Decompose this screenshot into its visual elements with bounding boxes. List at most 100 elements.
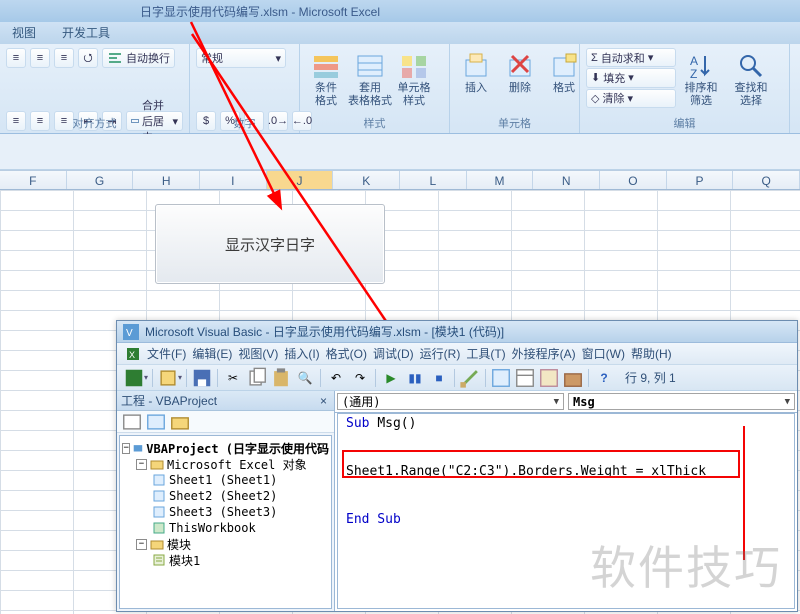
col-P[interactable]: P [667, 171, 734, 189]
excel-title-bar: 日字显示使用代码编写.xlsm - Microsoft Excel [0, 0, 800, 22]
excel-title-text: 日字显示使用代码编写.xlsm - Microsoft Excel [140, 3, 380, 20]
vba-title-bar[interactable]: V Microsoft Visual Basic - 日字显示使用代码编写.xl… [117, 321, 797, 343]
insert-cells-button[interactable]: 插入 [456, 48, 496, 97]
vba-app-icon: V [123, 324, 139, 340]
tree-sheet3[interactable]: Sheet3 (Sheet3) [122, 504, 329, 520]
svg-text:Z: Z [690, 67, 697, 81]
align-group-label: 对齐方式 [0, 115, 189, 131]
menu-help[interactable]: 帮助(H) [631, 345, 672, 362]
styles-group-label: 样式 [300, 115, 449, 131]
tab-view[interactable]: 视图 [6, 21, 42, 44]
edit-group-label: 编辑 [580, 115, 789, 131]
tree-sheet1[interactable]: Sheet1 (Sheet1) [122, 472, 329, 488]
insert-module-icon[interactable] [157, 368, 179, 388]
col-J[interactable]: J [267, 171, 334, 189]
menu-file[interactable]: 文件(F) [147, 345, 186, 362]
undo-icon[interactable]: ↶ [325, 368, 347, 388]
clear-button[interactable]: ◇ 清除 ▾ [586, 89, 676, 108]
cond-format-button[interactable]: 条件格式 [306, 48, 346, 110]
col-K[interactable]: K [333, 171, 400, 189]
ribbon: ≡ ≡ ≡ ⭯ 自动换行 ≡ ≡ ≡ ⇤ ⇥ 合并后居中 ▾ 对齐方式 常规▾ [0, 44, 800, 134]
tree-modules[interactable]: − 模块 [122, 536, 329, 552]
sort-filter-button[interactable]: AZ 排序和 筛选 [676, 48, 726, 108]
excel-return-icon[interactable]: X [125, 346, 141, 362]
align-top-icon[interactable]: ≡ [6, 48, 26, 68]
tab-dev[interactable]: 开发工具 [56, 21, 116, 44]
tree-project[interactable]: − VBAProject (日字显示使用代码 [122, 440, 329, 456]
menu-view[interactable]: 视图(V) [238, 345, 278, 362]
object-combo[interactable]: (通用)▼ [337, 393, 564, 410]
table-format-button[interactable]: 套用 表格格式 [350, 48, 390, 110]
find-icon[interactable]: 🔍 [294, 368, 316, 388]
tree-excel-objects[interactable]: − Microsoft Excel 对象 [122, 456, 329, 472]
paste-icon[interactable] [270, 368, 292, 388]
format-cells-button[interactable]: 格式 [544, 48, 584, 97]
menu-run[interactable]: 运行(R) [420, 345, 461, 362]
column-headers: F G H I J K L M N O P Q [0, 170, 800, 190]
sheet-icon [152, 505, 166, 519]
col-Q[interactable]: Q [733, 171, 800, 189]
folder-icon [150, 457, 164, 471]
menu-window[interactable]: 窗口(W) [582, 345, 625, 362]
run-icon[interactable]: ▶ [380, 368, 402, 388]
find-select-button[interactable]: 查找和 选择 [726, 48, 776, 108]
wrap-text-button[interactable]: 自动换行 [102, 48, 175, 68]
fill-button[interactable]: ⬇ 填充 ▾ [586, 68, 676, 87]
design-mode-icon[interactable] [459, 368, 481, 388]
col-O[interactable]: O [600, 171, 667, 189]
toggle-folders-icon[interactable] [169, 412, 191, 432]
svg-text:A: A [690, 54, 698, 68]
project-tree[interactable]: − VBAProject (日字显示使用代码 − Microsoft Excel… [119, 435, 332, 609]
col-L[interactable]: L [400, 171, 467, 189]
view-excel-icon[interactable] [123, 368, 145, 388]
tree-thisworkbook[interactable]: ThisWorkbook [122, 520, 329, 536]
redo-icon[interactable]: ↷ [349, 368, 371, 388]
ribbon-group-cells: 插入 删除 格式 单元格 [450, 44, 580, 133]
procedure-combo[interactable]: Msg▼ [568, 393, 795, 410]
break-icon[interactable]: ▮▮ [404, 368, 426, 388]
menu-tool[interactable]: 工具(T) [466, 345, 505, 362]
menu-debug[interactable]: 调试(D) [373, 345, 414, 362]
save-icon[interactable] [191, 368, 213, 388]
autosum-button[interactable]: Σ 自动求和 ▾ [586, 48, 676, 67]
cut-icon[interactable]: ✂ [222, 368, 244, 388]
col-I[interactable]: I [200, 171, 267, 189]
menu-insert[interactable]: 插入(I) [284, 345, 319, 362]
menu-edit[interactable]: 编辑(E) [192, 345, 232, 362]
project-explorer-icon[interactable] [490, 368, 512, 388]
number-group-label: 数字 [190, 115, 299, 131]
reset-icon[interactable]: ■ [428, 368, 450, 388]
help-icon[interactable]: ? [593, 368, 615, 388]
properties-icon[interactable] [514, 368, 536, 388]
delete-cells-button[interactable]: 删除 [500, 48, 540, 97]
col-H[interactable]: H [133, 171, 200, 189]
tree-sheet2[interactable]: Sheet2 (Sheet2) [122, 488, 329, 504]
align-bot-icon[interactable]: ≡ [54, 48, 74, 68]
delete-icon [504, 50, 536, 82]
numfmt-combo[interactable]: 常规▾ [196, 48, 286, 68]
svg-text:V: V [126, 328, 133, 339]
col-N[interactable]: N [533, 171, 600, 189]
menu-format[interactable]: 格式(O) [326, 345, 367, 362]
view-object-icon[interactable] [145, 412, 167, 432]
col-G[interactable]: G [67, 171, 134, 189]
code-editor[interactable]: Sub Msg() Sheet1.Range("C2:C3").Borders.… [337, 413, 795, 609]
orient-icon[interactable]: ⭯ [78, 48, 98, 68]
cells-group-label: 单元格 [450, 115, 579, 131]
align-mid-icon[interactable]: ≡ [30, 48, 50, 68]
col-F[interactable]: F [0, 171, 67, 189]
col-M[interactable]: M [467, 171, 534, 189]
worksheet-button[interactable]: 显示汉字日字 [155, 204, 385, 284]
tree-module1[interactable]: 模块1 [122, 552, 329, 568]
copy-icon[interactable] [246, 368, 268, 388]
cell-style-button[interactable]: 单元格 样式 [394, 48, 434, 110]
cursor-position: 行 9, 列 1 [625, 369, 676, 386]
folder-icon [150, 537, 164, 551]
project-icon [133, 441, 143, 455]
close-icon[interactable]: × [317, 394, 330, 408]
view-code-icon[interactable] [121, 412, 143, 432]
toolbox-icon[interactable] [562, 368, 584, 388]
object-browser-icon[interactable] [538, 368, 560, 388]
sheet-icon [152, 473, 166, 487]
menu-addin[interactable]: 外接程序(A) [512, 345, 576, 362]
